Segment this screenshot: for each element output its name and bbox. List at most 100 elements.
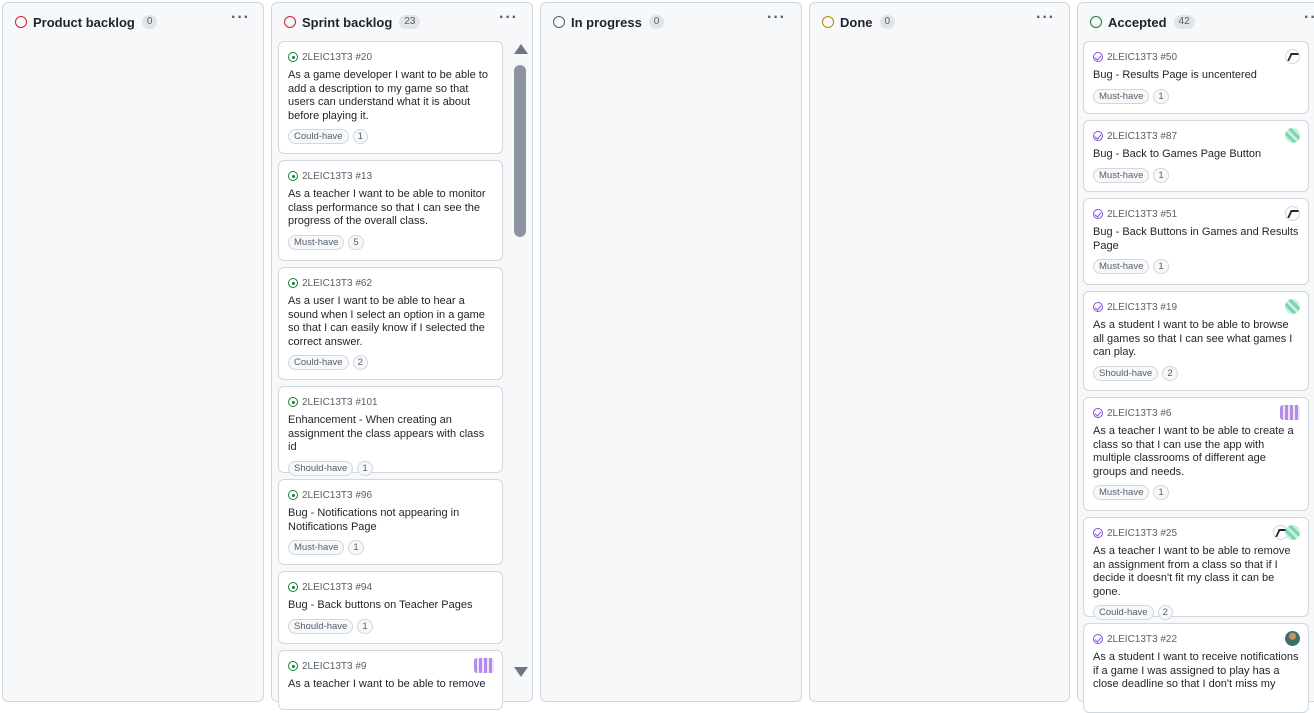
column-title: Product backlog [33,14,135,30]
assignee-avatar[interactable] [1280,405,1300,420]
issue-card[interactable]: 2LEIC13T3 #87 Bug - Back to Games Page B… [1083,120,1309,192]
assignee-avatar[interactable] [1285,525,1300,540]
priority-label[interactable]: Must-have [288,540,345,555]
priority-label[interactable]: Could-have [288,355,349,370]
issue-meta: 2LEIC13T3 #25 [1093,526,1299,540]
estimate-badge: 1 [357,460,373,476]
assignee-avatar[interactable] [1285,299,1300,314]
column-title: Accepted [1108,14,1167,30]
priority-label[interactable]: Should-have [288,618,354,634]
column-title: Done [840,14,873,30]
estimate-badge: 1 [352,129,368,144]
assignee-avatar[interactable] [1285,631,1300,646]
open-issue-icon [288,490,298,500]
priority-label[interactable]: Must-have [1093,167,1150,183]
assignee-avatar[interactable] [1285,206,1300,221]
issue-meta: 2LEIC13T3 #51 [1093,207,1299,221]
priority-label[interactable]: Must-have [1093,485,1150,500]
count-badge: 42 [1173,15,1195,29]
issue-ref: 2LEIC13T3 #87 [1107,130,1178,142]
status-circle-icon [1090,16,1102,28]
issue-title[interactable]: As a student I want to receive notificat… [1093,651,1299,692]
count-badge: 23 [399,15,421,29]
issue-meta: 2LEIC13T3 #50 [1093,50,1299,64]
scrollbar-thumb[interactable] [514,65,526,237]
label-row: Must-have 1 [1093,167,1299,183]
column-title: Sprint backlog [302,14,393,30]
issue-card[interactable]: 2LEIC13T3 #22 As a student I want to rec… [1083,623,1309,713]
column-header: Product backlog 0 [15,13,158,31]
column-done: Done 0 ··· [809,2,1070,702]
status-circle-icon [822,16,834,28]
status-circle-icon [15,16,27,28]
issue-ref: 2LEIC13T3 #9 [302,660,367,672]
issue-card[interactable]: 2LEIC13T3 #19 As a student I want to be … [1083,291,1309,391]
column-in-progress: In progress 0 ··· [540,2,802,702]
issue-title[interactable]: Bug - Back Buttons in Games and Results … [1093,226,1299,253]
priority-label[interactable]: Could-have [288,129,349,144]
issue-meta: 2LEIC13T3 #101 [288,395,493,409]
label-row: Must-have 1 [1093,259,1299,274]
label-row: Could-have 2 [288,355,493,370]
open-issue-icon [288,52,298,62]
priority-label[interactable]: Must-have [288,234,345,250]
issue-ref: 2LEIC13T3 #19 [1107,301,1178,313]
issue-ref: 2LEIC13T3 #62 [302,277,373,289]
count-badge: 0 [879,15,896,29]
estimate-badge: 1 [1153,88,1169,104]
issue-card[interactable]: 2LEIC13T3 #96 Bug - Notifications not ap… [278,479,503,565]
priority-label[interactable]: Should-have [288,460,354,476]
issue-card[interactable]: 2LEIC13T3 #50 Bug - Results Page is unce… [1083,41,1309,114]
closed-issue-icon [1093,634,1103,644]
open-issue-icon [288,171,298,181]
column-menu-icon[interactable]: ··· [1036,9,1055,27]
issue-title[interactable]: Bug - Back to Games Page Button [1093,148,1299,162]
issue-ref: 2LEIC13T3 #96 [302,489,373,501]
column-menu-icon[interactable]: ··· [499,9,518,27]
issue-ref: 2LEIC13T3 #25 [1107,527,1178,539]
label-row: Should-have 1 [288,618,493,634]
issue-title[interactable]: As a teacher I want to be able to create… [1093,425,1299,479]
column-menu-icon[interactable]: ··· [1304,9,1314,27]
issue-card[interactable]: 2LEIC13T3 #13 As a teacher I want to be … [278,160,503,261]
issue-title[interactable]: As a student I want to be able to browse… [1093,319,1299,360]
label-row: Should-have 1 [288,460,493,476]
issue-title[interactable]: Enhancement - When creating an assignmen… [288,414,493,455]
priority-label[interactable]: Should-have [1093,365,1159,381]
estimate-badge: 5 [348,234,364,250]
column-menu-icon[interactable]: ··· [231,9,250,27]
issue-card[interactable]: 2LEIC13T3 #51 Bug - Back Buttons in Game… [1083,198,1309,285]
assignee-avatar[interactable] [1285,128,1300,143]
scroll-up-arrow-icon[interactable] [514,44,528,54]
issue-title[interactable]: Bug - Back buttons on Teacher Pages [288,599,493,613]
assignee-avatar[interactable] [474,658,494,673]
issue-ref: 2LEIC13T3 #50 [1107,51,1178,63]
issue-card[interactable]: 2LEIC13T3 #9 As a teacher I want to be a… [278,650,503,710]
issue-title[interactable]: As a teacher I want to be able to monito… [288,188,493,229]
column-title: In progress [571,14,642,30]
issue-title[interactable]: As a teacher I want to be able to remove… [1093,545,1299,599]
issue-title[interactable]: Bug - Notifications not appearing in Not… [288,507,493,534]
issue-card[interactable]: 2LEIC13T3 #94 Bug - Back buttons on Teac… [278,571,503,644]
estimate-badge: 1 [1153,167,1169,183]
column-header: Done 0 [822,13,896,31]
estimate-badge: 2 [1162,365,1178,381]
issue-card[interactable]: 2LEIC13T3 #101 Enhancement - When creati… [278,386,503,476]
column-menu-icon[interactable]: ··· [767,9,786,27]
label-row: Could-have 2 [1093,605,1299,620]
priority-label[interactable]: Must-have [1093,259,1150,274]
closed-issue-icon [1093,302,1103,312]
issue-ref: 2LEIC13T3 #20 [302,51,373,63]
closed-issue-icon [1093,528,1103,538]
priority-label[interactable]: Must-have [1093,88,1150,104]
issue-title[interactable]: Bug - Results Page is uncentered [1093,69,1299,83]
issue-title[interactable]: As a game developer I want to be able to… [288,69,493,123]
issue-title[interactable]: As a user I want to be able to hear a so… [288,295,493,349]
issue-card[interactable]: 2LEIC13T3 #20 As a game developer I want… [278,41,503,154]
scroll-down-arrow-icon[interactable] [514,667,528,677]
priority-label[interactable]: Could-have [1093,605,1154,620]
assignee-avatar[interactable] [1285,49,1300,64]
issue-card[interactable]: 2LEIC13T3 #6 As a teacher I want to be a… [1083,397,1309,511]
issue-card[interactable]: 2LEIC13T3 #25 As a teacher I want to be … [1083,517,1309,620]
issue-card[interactable]: 2LEIC13T3 #62 As a user I want to be abl… [278,267,503,380]
